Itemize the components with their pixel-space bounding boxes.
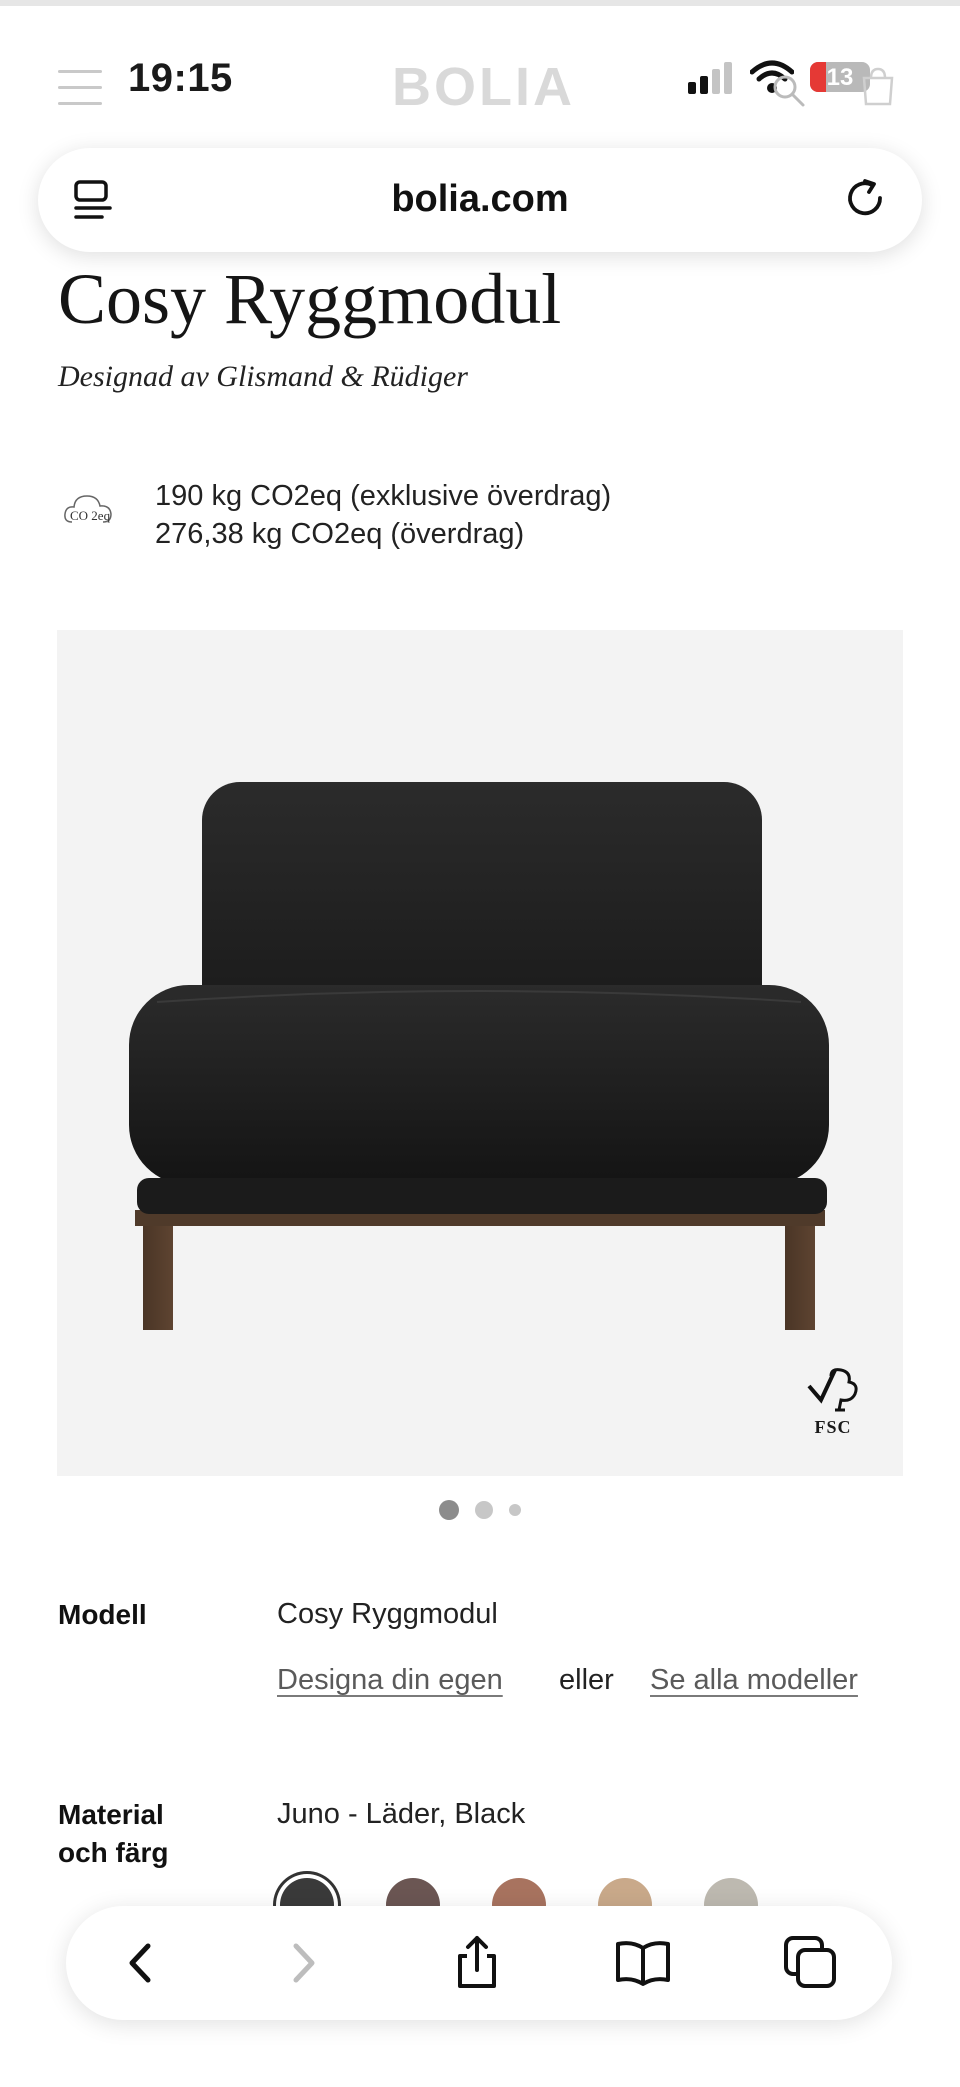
tabs-icon[interactable] xyxy=(782,1934,840,1992)
carousel-dot-active[interactable] xyxy=(439,1500,459,1520)
product-image[interactable]: FSC xyxy=(57,630,903,1476)
see-all-models-link[interactable]: Se alla modeller xyxy=(650,1664,858,1697)
or-text: eller xyxy=(559,1664,614,1696)
forward-icon[interactable] xyxy=(274,1934,332,1992)
co2-exclusive: 190 kg CO2eq (exklusive överdrag) xyxy=(155,480,612,512)
image-carousel-dots[interactable] xyxy=(0,1500,960,1520)
address-bar[interactable]: bolia.com xyxy=(38,148,922,252)
cart-icon[interactable] xyxy=(858,66,898,106)
carousel-dot[interactable] xyxy=(509,1504,521,1516)
reload-icon[interactable] xyxy=(842,176,888,222)
bookmarks-icon[interactable] xyxy=(614,1934,672,1992)
browser-toolbar xyxy=(66,1906,892,2020)
designer-credit: Designad av Glismand & Rüdiger xyxy=(58,360,468,393)
carousel-dot[interactable] xyxy=(475,1501,493,1519)
site-logo[interactable]: BOLIA xyxy=(392,56,575,118)
design-own-link[interactable]: Designa din egen xyxy=(277,1664,503,1697)
product-title: Cosy Ryggmodul xyxy=(58,259,562,339)
url-text: bolia.com xyxy=(391,178,569,220)
co2-cloud-icon: CO 2eq xyxy=(64,495,112,523)
co2-icon-label: CO 2eq xyxy=(70,508,111,523)
status-time: 19:15 xyxy=(128,56,233,100)
fsc-logo: FSC xyxy=(801,1364,865,1438)
top-edge xyxy=(0,0,960,6)
material-value: Juno - Läder, Black xyxy=(277,1798,526,1830)
co2-cover: 276,38 kg CO2eq (överdrag) xyxy=(155,518,525,550)
search-icon[interactable] xyxy=(772,74,806,108)
material-label: Material och färg xyxy=(58,1799,169,1868)
back-icon[interactable] xyxy=(112,1934,170,1992)
sofa-illustration xyxy=(129,782,829,1330)
model-label: Modell xyxy=(58,1599,147,1630)
model-value: Cosy Ryggmodul xyxy=(277,1598,498,1630)
menu-icon[interactable] xyxy=(58,70,102,118)
share-icon[interactable] xyxy=(448,1934,506,1992)
cellular-signal-icon xyxy=(688,62,732,94)
